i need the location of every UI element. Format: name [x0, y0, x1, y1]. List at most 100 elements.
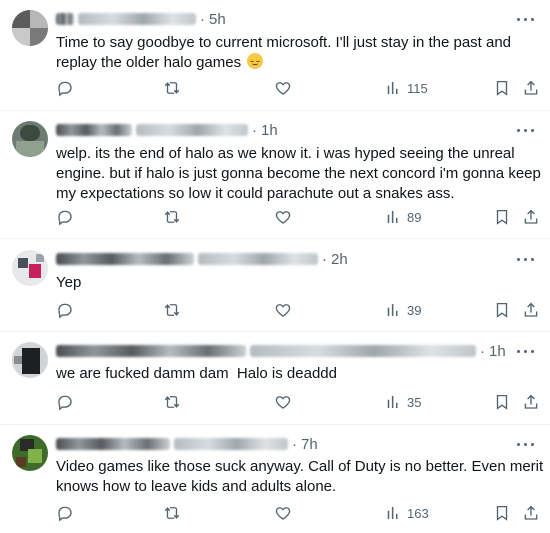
views-button[interactable]: 35 [384, 392, 421, 412]
separator-dot: · [480, 342, 485, 360]
like-button[interactable] [274, 503, 292, 523]
views-button[interactable]: 39 [384, 300, 421, 320]
avatar[interactable] [12, 121, 48, 157]
like-button[interactable] [274, 300, 292, 320]
views-count: 89 [407, 209, 422, 225]
more-icon[interactable] [516, 10, 536, 28]
post-text: welp. its the end of halo as we know it.… [56, 145, 546, 202]
analytics-icon [387, 82, 398, 94]
username-handle[interactable] [78, 13, 196, 25]
bookmark-button[interactable] [493, 78, 511, 98]
analytics-icon [387, 304, 398, 316]
display-name[interactable] [56, 345, 246, 357]
share-icon [524, 302, 538, 317]
views-button[interactable]: 89 [384, 207, 421, 227]
repost-icon [164, 507, 180, 519]
post-actions: 35 [56, 392, 540, 412]
post-time[interactable]: 1h [489, 343, 506, 360]
repost-button[interactable] [163, 78, 181, 98]
repost-button[interactable] [163, 503, 181, 523]
post-time[interactable]: 2h [331, 251, 348, 268]
reply-button[interactable] [56, 300, 74, 320]
like-button[interactable] [274, 392, 292, 412]
views-count: 163 [407, 505, 429, 521]
bookmark-icon [496, 394, 508, 410]
post-text: we are fucked damm dam Halo is deaddd [56, 365, 337, 382]
post-header: · 2h [56, 250, 348, 268]
reply-icon [58, 395, 72, 411]
more-icon[interactable] [516, 342, 536, 360]
views-count: 115 [407, 80, 428, 96]
bookmark-icon [496, 209, 508, 225]
separator-dot: · [292, 435, 297, 453]
username-handle[interactable] [198, 253, 318, 265]
post-header: · 1h [56, 342, 506, 360]
post[interactable]: · 7h Video games like those suck anyway.… [0, 425, 550, 533]
post-header: · 1h [56, 121, 278, 139]
views-count: 35 [407, 394, 422, 410]
share-button[interactable] [522, 78, 540, 98]
views-count: 39 [407, 302, 422, 318]
reply-icon [58, 506, 72, 522]
bookmark-button[interactable] [493, 503, 511, 523]
post-actions: 163 [56, 503, 540, 523]
post-actions: 89 [56, 207, 540, 227]
post-header: · 7h [56, 435, 318, 453]
views-button[interactable]: 163 [384, 503, 429, 523]
share-button[interactable] [522, 207, 540, 227]
like-button[interactable] [274, 78, 292, 98]
display-name[interactable] [56, 438, 170, 450]
repost-icon [164, 396, 180, 408]
repost-icon [164, 82, 180, 94]
bookmark-button[interactable] [493, 392, 511, 412]
display-name[interactable] [56, 13, 74, 25]
repost-button[interactable] [163, 207, 181, 227]
like-button[interactable] [274, 207, 292, 227]
repost-button[interactable] [163, 392, 181, 412]
post-time[interactable]: 1h [261, 122, 278, 139]
username-handle[interactable] [174, 438, 288, 450]
post[interactable]: · 5h Time to say goodbye to current micr… [0, 0, 550, 110]
post-time[interactable]: 5h [209, 11, 226, 28]
username-handle[interactable] [250, 345, 476, 357]
separator-dot: · [200, 10, 205, 28]
post-header: · 5h [56, 10, 226, 28]
views-button[interactable]: 115 [384, 78, 428, 98]
reply-icon [58, 81, 72, 97]
analytics-icon [387, 396, 398, 408]
post-actions: 115 [56, 78, 540, 98]
separator-dot: · [322, 250, 327, 268]
share-icon [524, 505, 538, 520]
more-icon[interactable] [516, 435, 536, 453]
post[interactable]: · 1h welp. its the end of halo as we kno… [0, 111, 550, 238]
heart-icon [275, 396, 291, 409]
display-name[interactable] [56, 253, 194, 265]
more-icon[interactable] [516, 250, 536, 268]
reply-button[interactable] [56, 503, 74, 523]
reply-button[interactable] [56, 207, 74, 227]
separator-dot: · [252, 121, 257, 139]
avatar[interactable] [12, 435, 48, 471]
username-handle[interactable] [136, 124, 248, 136]
share-icon [524, 209, 538, 224]
relieved-face-emoji [247, 53, 264, 69]
repost-button[interactable] [163, 300, 181, 320]
avatar[interactable] [12, 342, 48, 378]
share-button[interactable] [522, 503, 540, 523]
bookmark-button[interactable] [493, 207, 511, 227]
bookmark-button[interactable] [493, 300, 511, 320]
avatar[interactable] [12, 250, 48, 286]
display-name[interactable] [56, 124, 132, 136]
more-icon[interactable] [516, 121, 536, 139]
post-time[interactable]: 7h [301, 436, 318, 453]
post[interactable]: · 2h Yep 39 [0, 239, 550, 331]
post[interactable]: · 1h we are fucked damm dam Halo is dead… [0, 332, 550, 424]
analytics-icon [387, 211, 398, 223]
post-text: Yep [56, 274, 82, 291]
post-text: Video games like those suck anyway. Call… [56, 458, 548, 495]
reply-button[interactable] [56, 392, 74, 412]
share-button[interactable] [522, 392, 540, 412]
reply-button[interactable] [56, 78, 74, 98]
share-button[interactable] [522, 300, 540, 320]
avatar[interactable] [12, 10, 48, 46]
